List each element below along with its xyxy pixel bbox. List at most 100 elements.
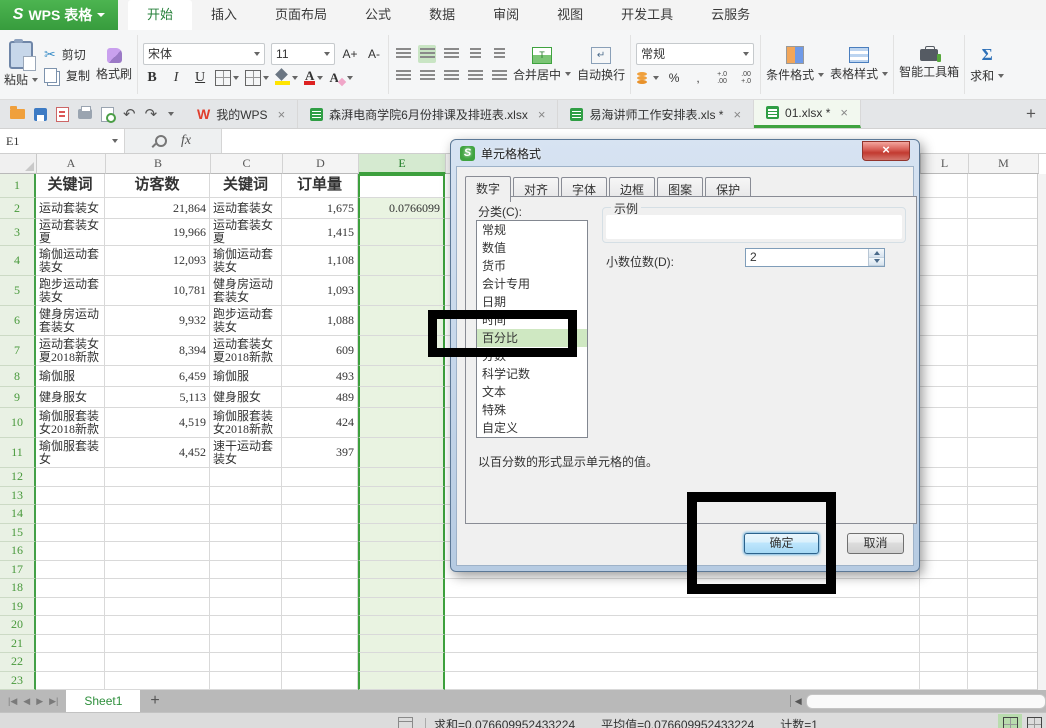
comma-button[interactable]: ,: [689, 69, 707, 87]
cell-D16[interactable]: [282, 542, 358, 561]
cell-E4[interactable]: [358, 246, 445, 276]
cell-C18[interactable]: [210, 579, 282, 598]
cell-M12[interactable]: [968, 468, 1038, 487]
cell-B5[interactable]: 10,781: [105, 276, 210, 306]
row-header-16[interactable]: 16: [0, 542, 36, 561]
cell-B20[interactable]: [105, 616, 210, 635]
cell-E14[interactable]: [358, 505, 445, 524]
prev-sheet-icon[interactable]: ◀: [23, 696, 30, 707]
cell-B11[interactable]: 4,452: [105, 438, 210, 468]
row-header-9[interactable]: 9: [0, 387, 36, 408]
undo-icon[interactable]: ↶: [123, 107, 136, 122]
menu-tab-1[interactable]: 插入: [192, 0, 256, 30]
category-item-3[interactable]: 会计专用: [477, 275, 587, 293]
document-tab-3[interactable]: 01.xlsx *×: [754, 100, 861, 128]
cell-C15[interactable]: [210, 524, 282, 543]
cell-B13[interactable]: [105, 487, 210, 506]
cell-C17[interactable]: [210, 561, 282, 580]
cell-E11[interactable]: [358, 438, 445, 468]
redo-icon[interactable]: ↷: [145, 107, 158, 122]
decrease-font-button[interactable]: A-: [365, 45, 383, 63]
cell-A3[interactable]: 运动套装女夏: [36, 219, 105, 246]
cell-A5[interactable]: 跑步运动套装女: [36, 276, 105, 306]
sheet-tab-sheet1[interactable]: Sheet1: [66, 690, 140, 712]
search-icon[interactable]: [155, 135, 167, 147]
cell-B2[interactable]: 21,864: [105, 198, 210, 219]
cell-M4[interactable]: [968, 246, 1038, 276]
cell-M5[interactable]: [968, 276, 1038, 306]
row-header-17[interactable]: 17: [0, 561, 36, 580]
bold-button[interactable]: B: [143, 69, 161, 87]
tab-close-icon[interactable]: ×: [840, 105, 848, 120]
decrease-indent-button[interactable]: [466, 45, 484, 63]
cell-L20[interactable]: [920, 616, 968, 635]
row-header-21[interactable]: 21: [0, 635, 36, 654]
fx-icon[interactable]: fx: [181, 133, 191, 149]
row-header-10[interactable]: 10: [0, 408, 36, 438]
cell-C3[interactable]: 运动套装女夏: [210, 219, 282, 246]
category-item-11[interactable]: 自定义: [477, 419, 587, 437]
align-right-button[interactable]: [442, 67, 460, 85]
add-sheet-button[interactable]: +: [140, 692, 169, 710]
cell-D3[interactable]: 1,415: [282, 219, 358, 246]
fill-color-button[interactable]: [275, 69, 298, 87]
cell-L15[interactable]: [920, 524, 968, 543]
cell-L19[interactable]: [920, 598, 968, 617]
cell-C8[interactable]: 瑜伽服: [210, 366, 282, 387]
column-header-E[interactable]: E: [359, 154, 446, 174]
align-top-button[interactable]: [394, 45, 412, 63]
dialog-title-bar[interactable]: S 单元格格式: [451, 140, 919, 166]
cell-L5[interactable]: [920, 276, 968, 306]
cell-L1[interactable]: [920, 174, 968, 198]
row-header-20[interactable]: 20: [0, 616, 36, 635]
cell-C21[interactable]: [210, 635, 282, 654]
first-sheet-icon[interactable]: |◀: [8, 696, 17, 707]
tab-close-icon[interactable]: ×: [733, 107, 741, 122]
copy-button[interactable]: 复制: [44, 67, 90, 84]
conditional-format-button[interactable]: 条件格式: [766, 46, 824, 83]
percent-button[interactable]: %: [665, 69, 683, 87]
cell-B18[interactable]: [105, 579, 210, 598]
column-header-M[interactable]: M: [969, 154, 1039, 174]
new-tab-button[interactable]: +: [1016, 100, 1046, 128]
cell-D8[interactable]: 493: [282, 366, 358, 387]
cell-M10[interactable]: [968, 408, 1038, 438]
cell-E5[interactable]: [358, 276, 445, 306]
cell-B8[interactable]: 6,459: [105, 366, 210, 387]
format-painter-button[interactable]: 格式刷: [96, 48, 132, 82]
horizontal-scrollbar[interactable]: [806, 694, 1046, 709]
cell-A21[interactable]: [36, 635, 105, 654]
cell-L13[interactable]: [920, 487, 968, 506]
cell-L21[interactable]: [920, 635, 968, 654]
cell-A18[interactable]: [36, 579, 105, 598]
cell-E16[interactable]: [358, 542, 445, 561]
cell-C16[interactable]: [210, 542, 282, 561]
increase-decimal-button[interactable]: +.0.00: [713, 69, 731, 87]
cell-A12[interactable]: [36, 468, 105, 487]
cell-B1[interactable]: 访客数: [105, 174, 210, 198]
cell-E1[interactable]: [358, 174, 445, 198]
cell-M13[interactable]: [968, 487, 1038, 506]
cell-A14[interactable]: [36, 505, 105, 524]
cell-B15[interactable]: [105, 524, 210, 543]
cell-E21[interactable]: [358, 635, 445, 654]
cell-L17[interactable]: [920, 561, 968, 580]
table-style-button[interactable]: 表格样式: [830, 47, 888, 82]
row-header-15[interactable]: 15: [0, 524, 36, 543]
category-item-10[interactable]: 特殊: [477, 401, 587, 419]
category-item-2[interactable]: 货币: [477, 257, 587, 275]
underline-button[interactable]: U: [191, 69, 209, 87]
row-header-22[interactable]: 22: [0, 653, 36, 672]
row-header-2[interactable]: 2: [0, 198, 36, 219]
draw-border-button[interactable]: [245, 69, 269, 87]
cell-L23[interactable]: [920, 672, 968, 691]
increase-indent-button[interactable]: [490, 45, 508, 63]
cell-F18[interactable]: [445, 579, 920, 598]
cell-B4[interactable]: 12,093: [105, 246, 210, 276]
print-preview-icon[interactable]: [101, 107, 114, 122]
cell-C4[interactable]: 瑜伽运动套装女: [210, 246, 282, 276]
cancel-button[interactable]: 取消: [847, 533, 904, 554]
cell-A11[interactable]: 瑜伽服套装女: [36, 438, 105, 468]
menu-tab-5[interactable]: 审阅: [474, 0, 538, 30]
cell-B9[interactable]: 5,113: [105, 387, 210, 408]
